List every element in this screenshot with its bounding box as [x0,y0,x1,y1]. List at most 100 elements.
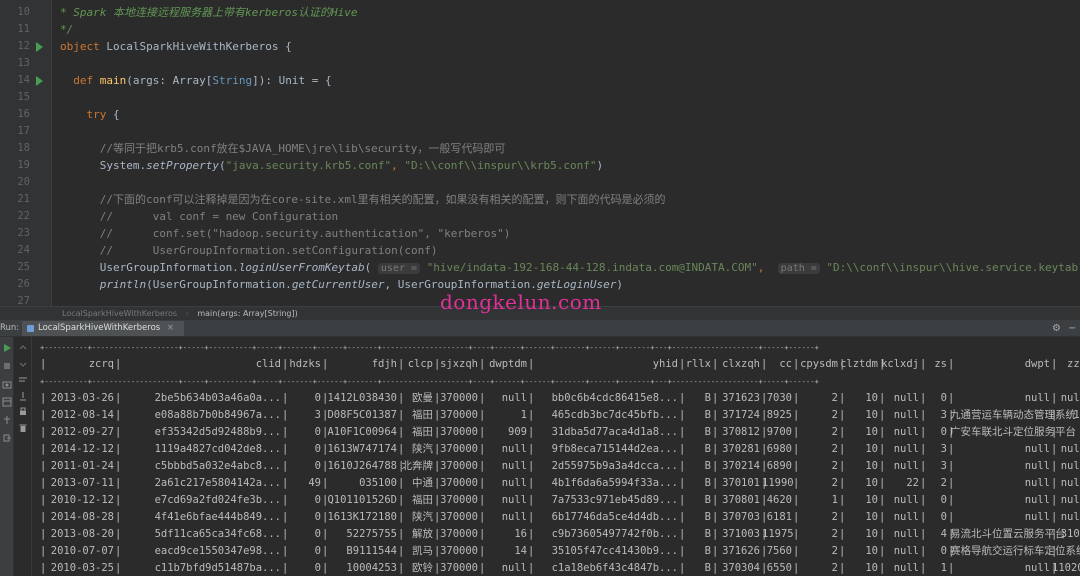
line-number: 13 [17,57,30,69]
arrow-up-icon[interactable] [18,343,28,353]
table-cell: 6550 [766,562,792,574]
table-cell: 7030 [766,392,792,404]
table-cell: 370000 [440,494,478,506]
stop-icon[interactable] [2,361,12,371]
column-header: yhid [652,358,678,370]
column-header: dwpt [1024,358,1050,370]
table-cell: 0 [314,392,321,404]
table-cell: null [1024,460,1050,472]
table-cell: c5bbbd5a032e4abc8... [154,460,281,472]
breadcrumb-method[interactable]: main(args: Array[String]) [197,309,297,318]
table-cell: 370000 [440,477,478,489]
code-line[interactable]: 25 UserGroupInformation.loginUserFromKey… [0,259,1080,276]
breadcrumb-object[interactable]: LocalSparkHiveWithKerberos [62,309,177,318]
minimize-icon[interactable]: − [1068,320,1076,337]
code-token: // UserGroupInformation.setConfiguration… [60,244,438,257]
table-cell: 465cdb3bc7dc45bfb... [551,409,678,421]
code-line[interactable]: 13 [0,55,1080,72]
table-cell: 2014-08-28 [50,511,114,523]
scroll-to-end-icon[interactable] [18,391,28,401]
code-line[interactable]: 10 * Spark 本地连接远程服务器上带有kerberos认证的Hive [0,4,1080,21]
soft-wrap-icon[interactable] [18,375,28,385]
table-cell: c1a18eb6f43c4847b... [551,562,678,574]
code-line[interactable]: 19 System.setProperty("java.security.krb… [0,157,1080,174]
run-toolbar [0,337,14,576]
code-token: setProperty [146,159,219,172]
run-tab[interactable]: LocalSparkHiveWithKerberos × [22,321,185,336]
column-header: sjxzqh [440,358,478,370]
exit-icon[interactable] [2,433,12,443]
rerun-icon[interactable] [2,343,12,353]
code-line[interactable]: 11 */ [0,21,1080,38]
table-cell: 1 [831,494,838,506]
table-cell: 2 [831,426,838,438]
code-token: "hive/indata-192-168-44-128.indata.com@I… [420,261,758,274]
table-cell: null [893,426,919,438]
gear-icon[interactable]: ⚙ [1052,320,1061,337]
close-icon[interactable]: × [167,323,174,333]
table-cell: 福田 [412,409,433,421]
table-cell: 371623 [722,392,760,404]
code-line[interactable]: 16 try { [0,106,1080,123]
code-editor[interactable]: 10 * Spark 本地连接远程服务器上带有kerberos认证的Hive 11 *… [0,0,1080,306]
column-header: cpysdm [800,358,838,370]
print-icon[interactable] [18,407,28,417]
table-cell: 11020.0 [1052,562,1080,574]
run-gutter-icon[interactable] [36,42,43,52]
table-cell: c11b7bfd9d51487ba... [154,562,281,574]
table-cell: 1610J264788 [327,460,397,472]
code-line[interactable]: 20 [0,174,1080,191]
table-cell: 1613W747174 [327,443,397,455]
watermark: dongkelun.com [440,290,602,314]
code-token: ) [616,278,623,291]
table-cell: 3 [940,409,947,421]
table-cell: null [893,511,919,523]
table-cell: 2013-03-26 [50,392,114,404]
code-line[interactable]: 17 [0,123,1080,140]
table-cell: 4 [940,528,947,540]
code-line[interactable]: 14 def main(args: Array[String]): Unit =… [0,72,1080,89]
camera-icon[interactable] [2,379,12,389]
table-cell: 370281 [722,443,760,455]
restore-layout-icon[interactable] [2,397,12,407]
column-header: fdjh [371,358,397,370]
table-cell: 0 [314,511,321,523]
code-line[interactable]: 12 object LocalSparkHiveWithKerberos { [0,38,1080,55]
code-token: Spark 本地连接远程服务器上带有kerberos认证的Hive [73,6,358,19]
trash-icon[interactable] [18,423,28,433]
table-cell: 陕汽 [412,511,433,523]
run-gutter-icon[interactable] [36,76,43,86]
table-cell: 1613K172180 [327,511,397,523]
table-cell: null [893,409,919,421]
code-text: // conf.set("hadoop.security.authenticat… [60,225,511,242]
table-row: | 2010-03-25 | c11b7bfd9d51487ba... | 0 | 10004… [40,560,1080,576]
table-cell: B [704,477,711,489]
table-cell: 4b1f6da6a5994f33a... [551,477,678,489]
arrow-down-icon[interactable] [18,359,28,369]
table-cell: 福田 [412,426,433,438]
table-cell: 0 [314,528,321,540]
table-cell: 31dba5d77aca4d1a8... [551,426,678,438]
console-output[interactable]: +----------+--------------------+-----+-… [40,339,1080,576]
code-line[interactable]: 21 //下面的conf可以注释掉是因为在core-site.xml里有相关的配… [0,191,1080,208]
run-panel-header: Run: LocalSparkHiveWithKerberos × ⚙ − [0,320,1080,337]
code-line[interactable]: 15 [0,89,1080,106]
table-cell: 035100 [359,477,397,489]
table-cell: null [1060,460,1080,472]
code-token: { [112,108,120,121]
table-row: | 2011-01-24 | c5bbbd5a032e4abc8... | 0 | 1610J… [40,458,1080,475]
code-line[interactable]: 18 //等同于把krb5.conf放在$JAVA_HOME\jre\lib\s… [0,140,1080,157]
table-cell: 10 [865,443,878,455]
code-line[interactable]: 23 // conf.set("hadoop.security.authenti… [0,225,1080,242]
table-cell: 370101 [722,477,760,489]
table-cell: 10 [865,477,878,489]
table-cell: 10 [865,545,878,557]
code-line[interactable]: 24 // UserGroupInformation.setConfigurat… [0,242,1080,259]
table-cell: B [704,528,711,540]
application-icon [27,325,34,332]
table-cell: 371003 [722,528,760,540]
table-cell: 广安车联北斗定位服务平台 [950,426,1076,438]
pin-icon[interactable] [2,415,12,425]
code-line[interactable]: 22 // val conf = new Configuration [0,208,1080,225]
table-cell: 2 [831,545,838,557]
